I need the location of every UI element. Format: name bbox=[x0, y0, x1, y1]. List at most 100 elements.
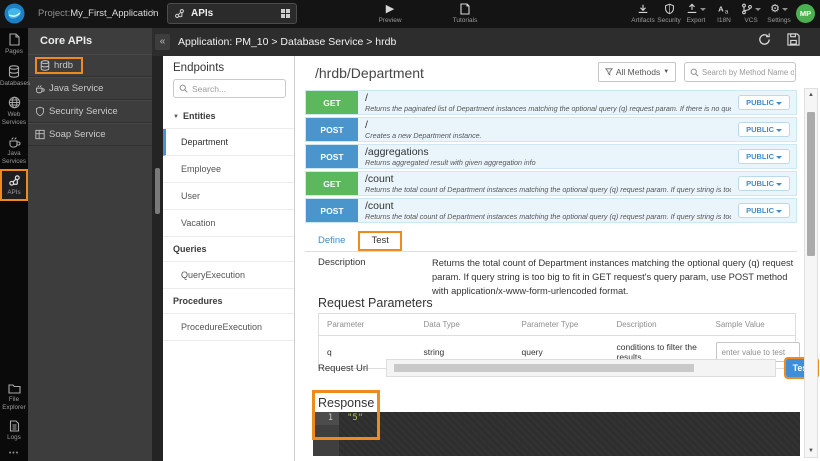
method-row[interactable]: POST /aggregations Returns aggregated re… bbox=[305, 144, 797, 169]
core-api-item-hrdb[interactable]: hrdb bbox=[28, 54, 152, 77]
access-label: PUBLIC bbox=[746, 125, 774, 134]
workspace-tab-apis[interactable]: APIs bbox=[167, 3, 297, 24]
tab-define[interactable]: Define bbox=[305, 231, 358, 251]
methods-filter-dropdown[interactable]: All Methods ▼ bbox=[598, 62, 676, 82]
project-name: My_First_Application bbox=[70, 8, 158, 19]
method-row[interactable]: POST /count Returns the total count of D… bbox=[305, 198, 797, 223]
sidebar-item-logs[interactable]: Logs bbox=[0, 415, 28, 446]
endpoints-panel: Endpoints ▼Entities Department Employee … bbox=[163, 56, 295, 461]
endpoint-item-queryexecution[interactable]: QueryExecution bbox=[163, 262, 294, 289]
response-code-editor[interactable]: 1 "5" bbox=[313, 412, 800, 456]
settings-button[interactable]: ⚙ Settings bbox=[759, 3, 799, 24]
tab-test[interactable]: Test bbox=[358, 231, 401, 251]
scroll-up-arrow[interactable]: ▲ bbox=[805, 89, 817, 101]
sidebar-item-file-explorer[interactable]: File Explorer bbox=[0, 378, 28, 415]
workspace-tab-label: APIs bbox=[191, 8, 281, 19]
caret-down-icon bbox=[776, 183, 782, 186]
main-scrollbar[interactable]: ▲ ▼ bbox=[804, 88, 818, 458]
caret-down-icon bbox=[782, 8, 788, 11]
preview-button[interactable]: ▶ Preview bbox=[370, 3, 410, 24]
play-icon: ▶ bbox=[370, 3, 410, 15]
endpoint-item-user[interactable]: User bbox=[163, 183, 294, 210]
rail-more-button[interactable]: ••• bbox=[0, 446, 28, 459]
caret-down-icon bbox=[776, 210, 782, 213]
endpoint-item-procedureexecution[interactable]: ProcedureExecution bbox=[163, 314, 294, 341]
scrollbar-thumb[interactable] bbox=[807, 112, 815, 256]
refresh-button[interactable] bbox=[757, 32, 772, 47]
method-row[interactable]: GET / Returns the paginated list of Depa… bbox=[305, 90, 797, 115]
collapse-panel-button[interactable]: « bbox=[155, 34, 170, 50]
sidebar-item-web-services[interactable]: Web Services bbox=[0, 91, 28, 130]
col-header-data-type: Data Type bbox=[416, 314, 514, 336]
entities-section-header[interactable]: ▼Entities bbox=[163, 104, 294, 129]
line-number: 1 bbox=[313, 412, 339, 425]
user-avatar[interactable]: MP bbox=[796, 4, 815, 23]
topbar: Project:My_First_Application › APIs ▶ Pr… bbox=[0, 0, 820, 28]
workspace-grid-icon[interactable] bbox=[281, 9, 290, 18]
endpoint-item-employee[interactable]: Employee bbox=[163, 156, 294, 183]
save-button[interactable] bbox=[787, 33, 800, 46]
access-label: PUBLIC bbox=[746, 206, 774, 215]
endpoints-search[interactable] bbox=[173, 79, 286, 98]
access-dropdown[interactable]: PUBLIC bbox=[738, 176, 790, 191]
rail-label: Logs bbox=[0, 434, 28, 442]
methods-filter-label: All Methods bbox=[616, 67, 660, 77]
endpoint-item-department[interactable]: Department bbox=[163, 129, 294, 156]
endpoint-item-vacation[interactable]: Vacation bbox=[163, 210, 294, 237]
col-header-description: Description bbox=[609, 314, 708, 336]
access-dropdown[interactable]: PUBLIC bbox=[738, 95, 790, 110]
access-dropdown[interactable]: PUBLIC bbox=[738, 203, 790, 218]
access-dropdown[interactable]: PUBLIC bbox=[738, 122, 790, 137]
http-verb-badge: GET bbox=[306, 172, 358, 195]
method-row[interactable]: GET /count Returns the total count of De… bbox=[305, 171, 797, 196]
caret-down-icon bbox=[776, 102, 782, 105]
database-icon bbox=[0, 65, 28, 78]
rail-label: File Explorer bbox=[0, 396, 28, 411]
main-content: /hrdb/Department All Methods ▼ GET / Ret… bbox=[295, 56, 820, 461]
sidebar-item-databases[interactable]: Databases bbox=[0, 60, 28, 92]
access-label: PUBLIC bbox=[746, 98, 774, 107]
caret-down-icon bbox=[776, 156, 782, 159]
hrdb-highlight-box: hrdb bbox=[35, 57, 83, 74]
settings-label: Settings bbox=[759, 17, 799, 24]
request-url-value-redacted bbox=[394, 364, 694, 372]
core-api-item-soap-service[interactable]: Soap Service bbox=[28, 123, 152, 146]
svg-text:A: A bbox=[718, 5, 724, 14]
page-title: /hrdb/Department bbox=[315, 65, 424, 81]
code-body: "5" bbox=[339, 412, 800, 456]
project-label: Project: bbox=[38, 8, 70, 19]
endpoints-scrollbar-thumb[interactable] bbox=[155, 168, 160, 214]
core-api-item-security-service[interactable]: Security Service bbox=[28, 100, 152, 123]
tutorials-button[interactable]: Tutorials bbox=[445, 3, 485, 24]
core-api-label: Java Service bbox=[49, 83, 103, 94]
request-url-field[interactable] bbox=[386, 359, 776, 377]
method-path: / bbox=[365, 119, 731, 131]
left-icon-rail: Pages Databases Web Services Java Servic… bbox=[0, 28, 28, 461]
page-icon bbox=[0, 33, 28, 46]
description-text: Returns the total count of Department in… bbox=[432, 257, 798, 299]
endpoints-title: Endpoints bbox=[163, 56, 294, 78]
col-header-parameter: Parameter bbox=[319, 314, 416, 336]
access-dropdown[interactable]: PUBLIC bbox=[738, 149, 790, 164]
gear-icon: ⚙ bbox=[759, 3, 799, 15]
sidebar-item-pages[interactable]: Pages bbox=[0, 28, 28, 60]
method-search[interactable] bbox=[684, 62, 796, 82]
sidebar-item-apis[interactable]: APIs bbox=[0, 169, 28, 201]
col-header-sample-value: Sample Value bbox=[708, 314, 796, 336]
table-header-row: Parameter Data Type Parameter Type Descr… bbox=[319, 314, 796, 336]
core-apis-title: Core APIs bbox=[28, 28, 152, 54]
method-path: /count bbox=[365, 200, 731, 212]
core-api-item-java-service[interactable]: Java Service bbox=[28, 77, 152, 100]
sidebar-item-java-services[interactable]: Java Services bbox=[0, 130, 28, 169]
method-search-input[interactable] bbox=[702, 68, 794, 77]
method-description: Returns the paginated list of Department… bbox=[365, 104, 731, 113]
method-row[interactable]: POST / Creates a new Department instance… bbox=[305, 117, 797, 142]
endpoints-search-input[interactable] bbox=[192, 84, 282, 94]
method-info: /aggregations Returns aggregated result … bbox=[358, 145, 738, 168]
access-label: PUBLIC bbox=[746, 152, 774, 161]
procedures-section-header[interactable]: Procedures bbox=[163, 289, 294, 314]
scroll-down-arrow[interactable]: ▼ bbox=[805, 445, 817, 457]
panel-gutter bbox=[152, 56, 163, 461]
queries-section-header[interactable]: Queries bbox=[163, 237, 294, 262]
project-title: Project:My_First_Application bbox=[38, 8, 158, 19]
